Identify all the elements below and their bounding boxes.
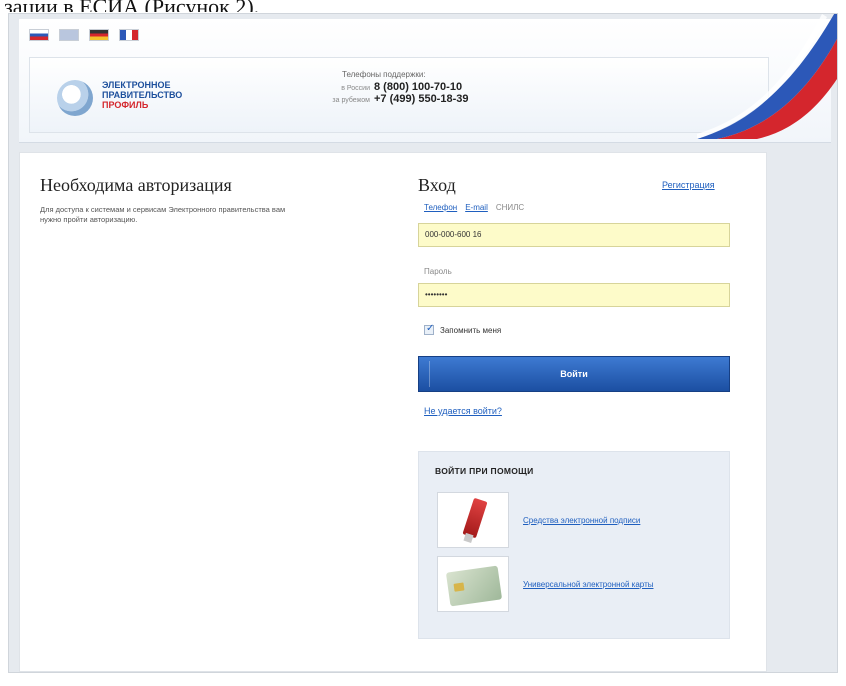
password-label: Пароль (424, 267, 452, 276)
alt-login-box: ВОЙТИ ПРИ ПОМОЩИ Средства электронной по… (418, 451, 730, 639)
tricolor-swoosh-icon (697, 14, 837, 139)
smart-card-icon[interactable] (437, 556, 509, 612)
digital-signature-link[interactable]: Средства электронной подписи (523, 516, 640, 525)
site-logo[interactable]: ЭЛЕКТРОННОЕ ПРАВИТЕЛЬСТВО ПРОФИЛЬ (102, 80, 182, 110)
support-abroad-label: за рубежом (332, 97, 370, 104)
login-input[interactable]: 000-000-600 16 (418, 223, 730, 247)
alt-login-smart-card[interactable]: Универсальной электронной карты (437, 556, 653, 612)
remember-label: Запомнить меня (440, 325, 502, 335)
login-title: Вход (418, 175, 456, 195)
header-banner: ЭЛЕКТРОННОЕ ПРАВИТЕЛЬСТВО ПРОФИЛЬ Телефо… (29, 57, 769, 133)
browser-page: ЭЛЕКТРОННОЕ ПРАВИТЕЛЬСТВО ПРОФИЛЬ Телефо… (8, 13, 838, 673)
alt-login-title: ВОЙТИ ПРИ ПОМОЩИ (435, 466, 534, 476)
support-abroad-phone: +7 (499) 550-18-39 (374, 93, 469, 105)
auth-panel: Необходима авторизация Для доступа к сис… (19, 152, 767, 672)
flag-gb-icon[interactable] (59, 29, 79, 41)
login-method-tabs: Телефон E-mail СНИЛС (424, 203, 524, 212)
forgot-login-link[interactable]: Не удается войти? (424, 406, 502, 416)
register-link[interactable]: Регистрация (662, 180, 715, 190)
support-title: Телефоны поддержки: (342, 70, 426, 79)
document-caption: зации в ЕСИА (Рисунок 2). (0, 0, 846, 12)
flag-ru-icon[interactable] (29, 29, 49, 41)
flag-fr-icon[interactable] (119, 29, 139, 41)
logo-line-3: ПРОФИЛЬ (102, 100, 149, 110)
tab-email[interactable]: E-mail (465, 203, 488, 212)
flag-de-icon[interactable] (89, 29, 109, 41)
tab-snils[interactable]: СНИЛС (496, 203, 524, 212)
logo-line-1: ЭЛЕКТРОННОЕ (102, 80, 171, 90)
site-header: ЭЛЕКТРОННОЕ ПРАВИТЕЛЬСТВО ПРОФИЛЬ Телефо… (19, 14, 837, 143)
support-russia-label: в России (341, 85, 370, 92)
smart-card-link[interactable]: Универсальной электронной карты (523, 580, 653, 589)
auth-required-title: Необходима авторизация (40, 175, 232, 195)
support-russia-phone: 8 (800) 100-70-10 (374, 81, 463, 93)
login-button[interactable]: Войти (418, 356, 730, 392)
gov-emblem-icon (57, 80, 93, 116)
usb-token-icon[interactable] (437, 492, 509, 548)
password-input[interactable]: •••••••• (418, 283, 730, 307)
logo-line-2: ПРАВИТЕЛЬСТВО (102, 90, 183, 100)
remember-checkbox[interactable] (424, 323, 434, 335)
remember-me[interactable]: Запомнить меня (424, 323, 502, 335)
support-phones: Телефоны поддержки: в России 8 (800) 100… (320, 70, 468, 105)
tab-phone[interactable]: Телефон (424, 203, 457, 212)
alt-login-digital-signature[interactable]: Средства электронной подписи (437, 492, 640, 548)
auth-required-description: Для доступа к системам и сервисам Электр… (40, 205, 286, 224)
language-switcher (29, 29, 139, 41)
